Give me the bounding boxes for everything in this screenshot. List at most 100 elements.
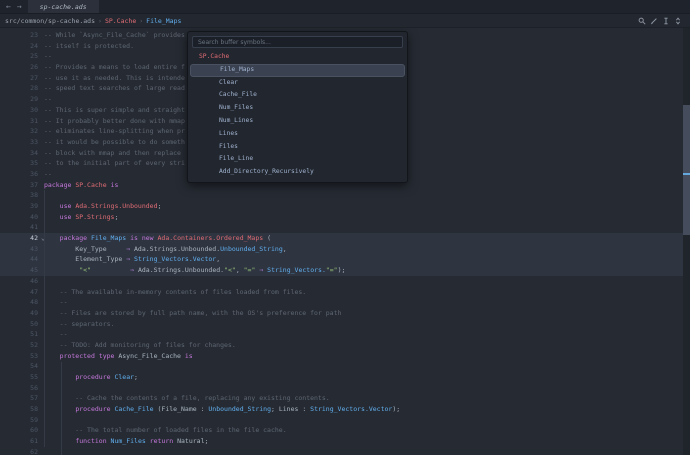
code-line[interactable]: 42⌄ package File_Maps is new Ada.Contain…: [0, 233, 683, 244]
code-line[interactable]: 58 procedure Cache_File (File_Name : Unb…: [0, 404, 683, 415]
breadcrumb-symbol[interactable]: File_Maps: [146, 17, 181, 25]
line-number: 58: [30, 405, 38, 414]
line-number: 26: [30, 63, 38, 72]
tab-label: sp-cache.ads: [39, 2, 87, 11]
line-number: 29: [30, 95, 38, 104]
pencil-icon[interactable]: [650, 17, 658, 25]
line-number: 45: [30, 266, 38, 275]
code-line[interactable]: 38: [0, 190, 683, 201]
breadcrumb-file-path[interactable]: src/common/sp-cache.ads: [5, 17, 95, 25]
toolbar-icons: [638, 16, 685, 25]
code-text: --: [44, 95, 52, 104]
code-line[interactable]: 55 procedure Clear;: [0, 372, 683, 383]
indent-guide: [44, 190, 45, 447]
code-text: use SP.Strings;: [59, 212, 119, 221]
line-number: 33: [30, 137, 38, 146]
code-text: protected type Async_File_Cache is: [59, 351, 193, 360]
line-number: 40: [30, 212, 38, 221]
line-number: 30: [30, 105, 38, 114]
code-text: -- speed text searches of large read: [44, 84, 185, 93]
code-line[interactable]: 56: [0, 383, 683, 394]
code-text: -- Provides a means to load entire f: [44, 63, 185, 72]
line-number: 25: [30, 52, 38, 61]
line-number: 36: [30, 169, 38, 178]
code-text: --: [44, 169, 52, 178]
code-text: -- block with mmap and then replace: [44, 148, 185, 157]
line-number: 35: [30, 159, 38, 168]
code-line[interactable]: 41: [0, 222, 683, 233]
symbol-item[interactable]: Lines: [190, 128, 405, 141]
line-number: 27: [30, 73, 38, 82]
code-line[interactable]: 45 "<" ⇒ Ada.Strings.Unbounded."<", "=" …: [0, 265, 683, 276]
code-line[interactable]: 61 function Num_Files return Natural;: [0, 436, 683, 447]
code-line[interactable]: 40 use SP.Strings;: [0, 212, 683, 223]
symbol-search-input[interactable]: [192, 36, 403, 48]
symbol-item[interactable]: File_Maps: [190, 63, 405, 77]
code-line[interactable]: 44 Element_Type ⇒ String_Vectors.Vector,: [0, 254, 683, 266]
code-text: -- Files are stored by full path name, w…: [44, 308, 342, 317]
breadcrumb: src/common/sp-cache.ads › SP.Cache › Fil…: [0, 14, 690, 28]
code-text: -- This is super simple and straight: [44, 105, 185, 114]
code-text: --: [44, 298, 68, 307]
breadcrumb-separator: ›: [139, 16, 144, 25]
code-line[interactable]: 53 protected type Async_File_Cache is: [0, 351, 683, 362]
code-line[interactable]: 47 -- The available in-memory contents o…: [0, 287, 683, 298]
code-text: procedure Cache_File (File_Name : Unboun…: [75, 405, 401, 414]
code-line[interactable]: 59: [0, 415, 683, 426]
line-number: 46: [30, 276, 38, 285]
line-number: 39: [30, 202, 38, 210]
code-text: use Ada.Strings.Unbounded;: [59, 202, 162, 210]
code-line[interactable]: 46: [0, 276, 683, 287]
scrollbar-cursor-marker: [683, 173, 690, 175]
code-text: Key_Type ⇒ Ada.Strings.Unbounded.Unbound…: [44, 244, 287, 253]
code-line[interactable]: 54: [0, 361, 683, 372]
code-line[interactable]: 62: [0, 447, 683, 455]
code-text: -- use it as needed. This is intende: [44, 73, 185, 82]
symbol-item[interactable]: Num_Lines: [190, 115, 405, 128]
scrollbar-track[interactable]: [683, 28, 690, 455]
line-number: 43: [30, 244, 38, 253]
symbol-item[interactable]: Cache_File: [190, 89, 405, 102]
sort-arrows-icon[interactable]: [674, 16, 682, 25]
line-number: 47: [30, 287, 38, 296]
symbol-item[interactable]: Clear: [190, 77, 405, 90]
code-text: procedure Clear;: [75, 373, 138, 381]
code-line[interactable]: 52 -- TODO: Add monitoring of files for …: [0, 340, 683, 351]
forward-arrow-icon[interactable]: →: [17, 0, 22, 14]
code-text: -- The total number of loaded files in t…: [44, 426, 287, 435]
line-number: 59: [30, 415, 38, 424]
code-line[interactable]: 60 -- The total number of loaded files i…: [0, 425, 683, 436]
search-icon[interactable]: [638, 17, 646, 25]
line-number: 50: [30, 319, 38, 328]
editor-pane[interactable]: 23 -- While `Async_File_Cache` provides 24…: [0, 28, 690, 455]
line-number: 62: [30, 447, 38, 455]
code-line[interactable]: 57 -- Cache the contents of a file, repl…: [0, 393, 683, 404]
code-line[interactable]: 49 -- Files are stored by full path name…: [0, 308, 683, 319]
code-text: -- itself is protected.: [44, 41, 135, 50]
symbol-item[interactable]: SP.Cache: [190, 51, 405, 64]
tab-sp-cache[interactable]: sp-cache.ads: [27, 0, 99, 13]
code-line[interactable]: 48 --: [0, 297, 683, 308]
line-number: 31: [30, 116, 38, 125]
code-line[interactable]: 43 Key_Type ⇒ Ada.Strings.Unbounded.Unbo…: [0, 243, 683, 255]
code-line[interactable]: 50 -- separators.: [0, 319, 683, 330]
code-text: -- to the initial part of every stri: [44, 159, 185, 168]
code-text: -- While `Async_File_Cache` provides: [44, 31, 185, 39]
symbol-item[interactable]: Num_Files: [190, 102, 405, 115]
code-line[interactable]: 39 use Ada.Strings.Unbounded;: [0, 201, 683, 212]
tab-bar: ← → sp-cache.ads: [0, 0, 690, 14]
symbol-item[interactable]: Add_Directory_Recursively: [190, 166, 405, 179]
scrollbar-thumb[interactable]: [683, 105, 690, 235]
code-text: "<" ⇒ Ada.Strings.Unbounded."<", "=" ⇒ S…: [79, 266, 346, 275]
code-text: -- eliminates line-splitting when pr: [44, 127, 185, 136]
breadcrumb-package[interactable]: SP.Cache: [105, 17, 136, 25]
back-arrow-icon[interactable]: ←: [6, 0, 11, 14]
line-number: 51: [30, 330, 38, 339]
symbol-item[interactable]: File_Line: [190, 153, 405, 166]
code-line[interactable]: 51 --: [0, 329, 683, 340]
code-text: --: [44, 52, 52, 61]
ibeam-icon[interactable]: [662, 17, 670, 25]
line-number: 28: [30, 84, 38, 93]
code-text: -- The available in-memory contents of f…: [44, 287, 307, 296]
symbol-item[interactable]: Files: [190, 141, 405, 154]
